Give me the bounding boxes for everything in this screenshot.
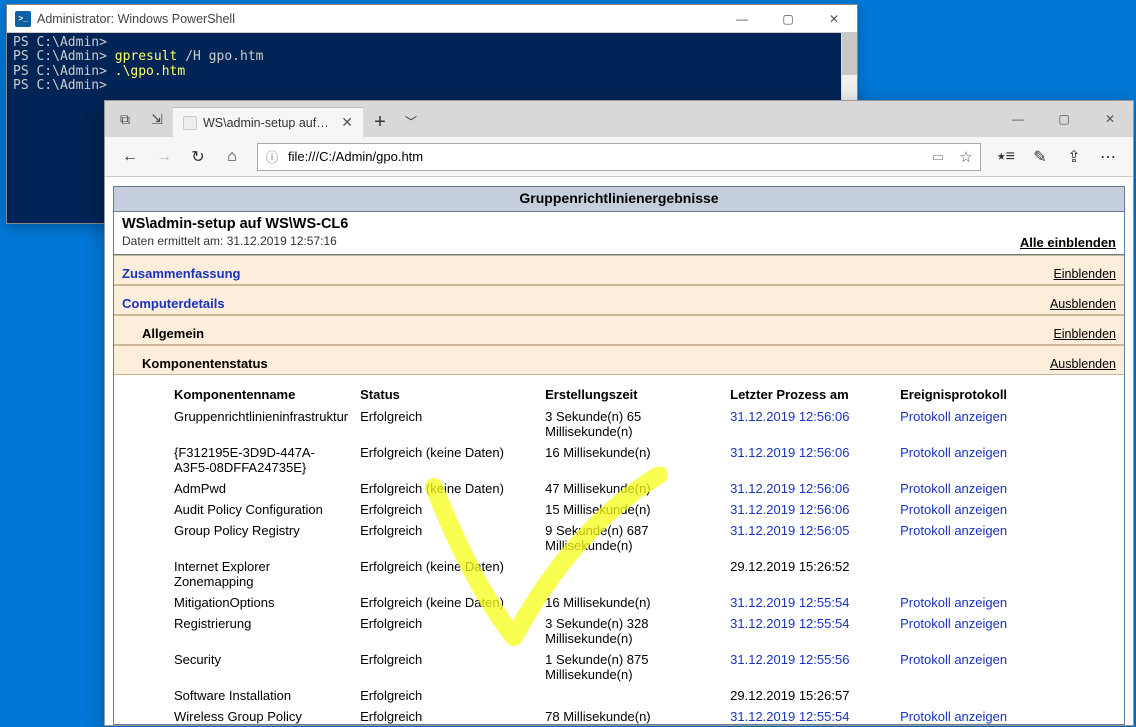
toggle-link[interactable]: Einblenden — [1053, 267, 1116, 281]
section-label: Zusammenfassung — [122, 266, 240, 281]
table-row: Audit Policy ConfigurationErfolgreich15 … — [168, 499, 1124, 520]
table-row: GruppenrichtlinieninfrastrukturErfolgrei… — [168, 406, 1124, 442]
refresh-button[interactable]: ↻ — [183, 142, 213, 172]
set-aside-tabs-icon[interactable]: ⇲ — [141, 107, 173, 131]
more-button[interactable]: ⋯ — [1093, 142, 1123, 172]
edge-close-button[interactable]: ✕ — [1087, 101, 1133, 137]
log-link[interactable]: Protokoll anzeigen — [900, 595, 1007, 610]
tab-overflow-icon[interactable]: ﹀ — [397, 107, 425, 137]
edge-maximize-button[interactable]: ▢ — [1041, 101, 1087, 137]
show-all-link[interactable]: Alle einblenden — [1020, 235, 1116, 250]
col-status: Status — [354, 383, 539, 406]
log-link[interactable]: Protokoll anzeigen — [900, 409, 1007, 424]
powershell-icon — [15, 11, 31, 27]
col-log: Ereignisprotokoll — [894, 383, 1124, 406]
section-general[interactable]: Allgemein Einblenden — [114, 315, 1124, 345]
edge-toolbar: ← → ↻ ⌂ ⓘ ▭ ☆ ⭑≡ ✎ ⇪ ⋯ — [105, 137, 1133, 177]
log-link[interactable]: Protokoll anzeigen — [900, 502, 1007, 517]
forward-button[interactable]: → — [149, 142, 179, 172]
back-button[interactable]: ← — [115, 142, 145, 172]
recent-tabs-icon[interactable]: ⧉ — [109, 107, 141, 131]
table-row: Wireless Group PolicyErfolgreich78 Milli… — [168, 706, 1124, 725]
terminal-line: PS C:\Admin> .\gpo.htm — [13, 65, 851, 79]
report-banner: Gruppenrichtlinienergebnisse — [114, 187, 1124, 212]
close-button[interactable]: ✕ — [811, 5, 857, 33]
notes-button[interactable]: ✎ — [1025, 142, 1055, 172]
url-input[interactable] — [286, 148, 924, 165]
minimize-button[interactable]: — — [719, 5, 765, 33]
reading-view-icon[interactable]: ▭ — [924, 149, 952, 165]
log-link[interactable]: Protokoll anzeigen — [900, 445, 1007, 460]
toggle-link[interactable]: Ausblenden — [1050, 297, 1116, 311]
section-label: Computerdetails — [122, 296, 225, 311]
site-info-icon[interactable]: ⓘ — [258, 147, 286, 166]
browser-tab[interactable]: WS\admin-setup auf W ✕ — [173, 107, 363, 137]
table-row: Software InstallationErfolgreich29.12.20… — [168, 685, 1124, 706]
table-header-row: Komponentenname Status Erstellungszeit L… — [168, 383, 1124, 406]
terminal-line: PS C:\Admin> gpresult /H gpo.htm — [13, 50, 851, 64]
col-name: Komponentenname — [168, 383, 354, 406]
tab-close-icon[interactable]: ✕ — [341, 114, 353, 131]
table-row: MitigationOptionsErfolgreich (keine Date… — [168, 592, 1124, 613]
log-link[interactable]: Protokoll anzeigen — [900, 481, 1007, 496]
powershell-terminal[interactable]: PS C:\Admin>PS C:\Admin> gpresult /H gpo… — [7, 33, 857, 96]
report-container: Gruppenrichtlinienergebnisse WS\admin-se… — [113, 186, 1125, 725]
section-computer-details[interactable]: Computerdetails Ausblenden — [114, 285, 1124, 315]
report-timestamp: Daten ermittelt am: 31.12.2019 12:57:16 — [122, 234, 1116, 248]
address-bar[interactable]: ⓘ ▭ ☆ — [257, 143, 981, 171]
process-time-link[interactable]: 31.12.2019 12:55:54 — [730, 709, 849, 724]
process-time-link[interactable]: 31.12.2019 12:56:06 — [730, 445, 849, 460]
edge-tabbar: ⧉ ⇲ WS\admin-setup auf W ✕ + ﹀ — ▢ ✕ — [105, 101, 1133, 137]
report-body: Gruppenrichtlinienergebnisse WS\admin-se… — [105, 177, 1133, 725]
section-label: Komponentenstatus — [142, 356, 268, 371]
new-tab-button[interactable]: + — [363, 107, 397, 137]
favicon-icon — [183, 116, 197, 130]
section-summary[interactable]: Zusammenfassung Einblenden — [114, 255, 1124, 285]
toggle-link[interactable]: Ausblenden — [1050, 357, 1116, 371]
col-time: Erstellungszeit — [539, 383, 724, 406]
share-button[interactable]: ⇪ — [1059, 142, 1089, 172]
powershell-title: Administrator: Windows PowerShell — [37, 12, 719, 26]
favorites-button[interactable]: ⭑≡ — [991, 142, 1021, 172]
home-button[interactable]: ⌂ — [217, 142, 247, 172]
log-link[interactable]: Protokoll anzeigen — [900, 523, 1007, 538]
toggle-link[interactable]: Einblenden — [1053, 327, 1116, 341]
col-proc: Letzter Prozess am — [724, 383, 894, 406]
edge-minimize-button[interactable]: — — [995, 101, 1041, 137]
maximize-button[interactable]: ▢ — [765, 5, 811, 33]
section-component-status[interactable]: Komponentenstatus Ausblenden — [114, 345, 1124, 375]
report-header: WS\admin-setup auf WS\WS-CL6 Daten ermit… — [114, 212, 1124, 255]
process-time-link[interactable]: 31.12.2019 12:56:06 — [730, 502, 849, 517]
powershell-titlebar[interactable]: Administrator: Windows PowerShell — ▢ ✕ — [7, 5, 857, 33]
log-link[interactable]: Protokoll anzeigen — [900, 652, 1007, 667]
process-time-link[interactable]: 31.12.2019 12:56:06 — [730, 481, 849, 496]
component-table: Komponentenname Status Erstellungszeit L… — [168, 383, 1124, 725]
favorite-icon[interactable]: ☆ — [952, 148, 980, 166]
edge-window: ⧉ ⇲ WS\admin-setup auf W ✕ + ﹀ — ▢ ✕ ← →… — [104, 100, 1134, 726]
terminal-line: PS C:\Admin> — [13, 36, 851, 50]
process-time-link[interactable]: 31.12.2019 12:55:54 — [730, 616, 849, 631]
table-row: RegistrierungErfolgreich3 Sekunde(n) 328… — [168, 613, 1124, 649]
process-time-link[interactable]: 31.12.2019 12:56:05 — [730, 523, 849, 538]
terminal-line: PS C:\Admin> — [13, 79, 851, 93]
report-title: WS\admin-setup auf WS\WS-CL6 — [122, 216, 1116, 232]
tab-title: WS\admin-setup auf W — [203, 116, 331, 130]
log-link[interactable]: Protokoll anzeigen — [900, 616, 1007, 631]
table-row: AdmPwdErfolgreich (keine Daten)47 Millis… — [168, 478, 1124, 499]
table-row: {F312195E-3D9D-447A-A3F5-08DFFA24735E}Er… — [168, 442, 1124, 478]
process-time-link[interactable]: 31.12.2019 12:55:56 — [730, 652, 849, 667]
table-row: Group Policy RegistryErfolgreich9 Sekund… — [168, 520, 1124, 556]
process-time-link[interactable]: 31.12.2019 12:55:54 — [730, 595, 849, 610]
table-row: SecurityErfolgreich1 Sekunde(n) 875 Mill… — [168, 649, 1124, 685]
table-row: Internet Explorer ZonemappingErfolgreich… — [168, 556, 1124, 592]
process-time-link[interactable]: 31.12.2019 12:56:06 — [730, 409, 849, 424]
log-link[interactable]: Protokoll anzeigen — [900, 709, 1007, 724]
section-label: Allgemein — [142, 326, 204, 341]
